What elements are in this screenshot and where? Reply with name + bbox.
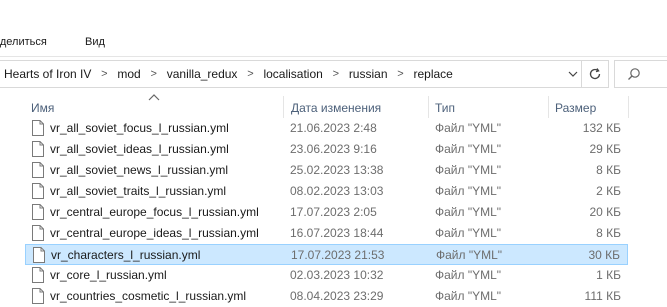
file-name: vr_central_europe_ideas_l_russian.yml	[50, 226, 259, 240]
breadcrumb-separator-icon[interactable]: >	[143, 68, 165, 80]
file-row[interactable]: vr_central_europe_focus_l_russian.yml 17.…	[25, 202, 628, 223]
file-type: Файл "YML"	[435, 163, 502, 177]
file-icon	[32, 120, 44, 136]
search-input[interactable]	[614, 60, 667, 88]
column-divider[interactable]	[548, 96, 549, 118]
file-name: vr_characters_l_russian.yml	[51, 248, 201, 262]
file-date: 23.06.2023 9:16	[290, 142, 377, 156]
column-header-date[interactable]: Дата изменения	[291, 101, 381, 115]
search-icon	[628, 68, 640, 80]
file-date: 08.04.2023 23:29	[290, 289, 384, 303]
file-date: 25.02.2023 13:38	[290, 163, 384, 177]
file-type: Файл "YML"	[436, 248, 503, 262]
breadcrumb-item[interactable]: replace	[412, 67, 455, 81]
file-type: Файл "YML"	[435, 184, 502, 198]
file-row[interactable]: vr_all_soviet_ideas_l_russian.yml 23.06.2…	[25, 139, 628, 160]
file-date: 16.07.2023 18:44	[290, 226, 384, 240]
file-type: Файл "YML"	[435, 121, 502, 135]
file-size: 2 КБ	[596, 184, 621, 198]
breadcrumb-separator-icon[interactable]: >	[93, 68, 115, 80]
file-name: vr_central_europe_focus_l_russian.yml	[50, 205, 259, 219]
file-name: vr_all_soviet_ideas_l_russian.yml	[50, 142, 229, 156]
file-icon	[32, 141, 44, 157]
file-icon	[32, 162, 44, 178]
file-name: vr_all_soviet_news_l_russian.yml	[50, 163, 229, 177]
file-date: 17.07.2023 21:53	[291, 248, 385, 262]
file-name: vr_all_soviet_traits_l_russian.yml	[50, 184, 227, 198]
file-size: 8 КБ	[596, 163, 621, 177]
file-date: 21.06.2023 2:48	[290, 121, 377, 135]
file-date: 02.03.2023 10:32	[290, 268, 384, 282]
breadcrumb-item[interactable]: mod	[115, 67, 142, 81]
file-row[interactable]: vr_central_europe_ideas_l_russian.yml 16.…	[25, 223, 628, 244]
file-icon	[32, 183, 44, 199]
file-icon	[32, 288, 44, 304]
column-divider[interactable]	[283, 96, 284, 118]
breadcrumb-item[interactable]: localisation	[261, 67, 324, 81]
file-date: 08.02.2023 13:03	[290, 184, 384, 198]
breadcrumb-item[interactable]: russian	[347, 67, 390, 81]
breadcrumb-separator-icon[interactable]: >	[239, 68, 261, 80]
file-row[interactable]: vr_all_soviet_focus_l_russian.yml 21.06.2…	[25, 118, 628, 139]
ribbon-tab-share[interactable]: оделиться	[0, 36, 47, 48]
ribbon: оделиться Вид	[0, 0, 667, 57]
column-header-name[interactable]: Имя	[31, 101, 54, 115]
breadcrumb-separator-icon[interactable]: >	[325, 68, 347, 80]
file-type: Файл "YML"	[435, 205, 502, 219]
file-icon	[32, 204, 44, 220]
breadcrumb-separator-icon[interactable]: >	[390, 68, 412, 80]
address-bar[interactable]: Hearts of Iron IV > mod > vanilla_redux …	[0, 60, 609, 88]
file-size: 8 КБ	[596, 226, 621, 240]
file-name: vr_countries_cosmetic_l_russian.yml	[50, 289, 247, 303]
column-header-type[interactable]: Тип	[435, 101, 455, 115]
refresh-button[interactable]	[581, 61, 608, 87]
file-icon	[32, 225, 44, 241]
column-header-row: Имя Дата изменения Тип Размер	[0, 94, 667, 118]
file-type: Файл "YML"	[435, 226, 502, 240]
file-date: 17.07.2023 2:05	[290, 205, 377, 219]
file-icon	[33, 247, 45, 263]
file-row[interactable]: vr_core_l_russian.yml 02.03.2023 10:32 Фай…	[25, 265, 628, 286]
file-size: 111 КБ	[584, 289, 621, 303]
file-icon	[32, 267, 44, 283]
file-size: 30 КБ	[588, 248, 620, 262]
file-type: Файл "YML"	[435, 289, 502, 303]
file-name: vr_all_soviet_focus_l_russian.yml	[50, 121, 229, 135]
file-name: vr_core_l_russian.yml	[50, 268, 167, 282]
file-row[interactable]: vr_characters_l_russian.yml 17.07.2023 21…	[25, 244, 628, 265]
refresh-icon	[589, 68, 601, 80]
chevron-down-icon[interactable]	[564, 63, 582, 85]
column-header-size[interactable]: Размер	[555, 101, 596, 115]
file-size: 132 КБ	[582, 121, 621, 135]
file-size: 20 КБ	[589, 205, 621, 219]
breadcrumb-item[interactable]: Hearts of Iron IV	[2, 67, 93, 81]
file-row[interactable]: vr_countries_cosmetic_l_russian.yml 08.04…	[25, 286, 628, 307]
address-row: Hearts of Iron IV > mod > vanilla_redux …	[0, 57, 667, 93]
file-row[interactable]: vr_all_soviet_news_l_russian.yml 25.02.20…	[25, 160, 628, 181]
column-divider[interactable]	[628, 96, 629, 118]
ribbon-tab-view[interactable]: Вид	[85, 36, 105, 48]
file-type: Файл "YML"	[435, 268, 502, 282]
column-divider[interactable]	[428, 96, 429, 118]
breadcrumb-item[interactable]: vanilla_redux	[165, 67, 240, 81]
breadcrumb: Hearts of Iron IV > mod > vanilla_redux …	[2, 61, 455, 87]
file-type: Файл "YML"	[435, 142, 502, 156]
file-size: 29 КБ	[589, 142, 621, 156]
file-row[interactable]: vr_all_soviet_traits_l_russian.yml 08.02.…	[25, 181, 628, 202]
file-size: 1 КБ	[596, 268, 621, 282]
sort-ascending-icon	[148, 94, 160, 101]
